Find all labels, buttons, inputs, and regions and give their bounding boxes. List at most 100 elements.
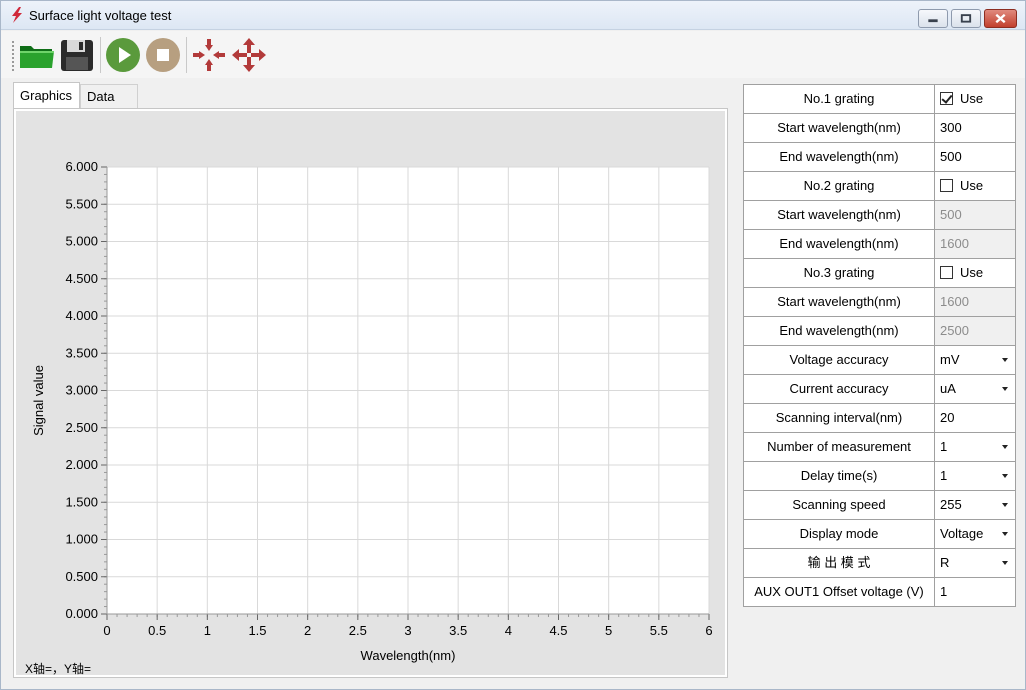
settings-row: Scanning interval(nm) 20 — [743, 403, 1016, 433]
checkbox-empty-icon[interactable] — [940, 266, 953, 279]
chevron-down-icon[interactable] — [1002, 445, 1008, 449]
y-tick-label: 0.500 — [65, 569, 98, 584]
settings-row: No.2 grating Use — [743, 171, 1016, 201]
graph-area[interactable]: 0.000 0.500 1.000 1.500 2.000 2.500 3.000 3.500… — [16, 111, 725, 676]
toolbar-separator — [100, 37, 101, 73]
settings-input[interactable]: 1 — [934, 577, 1016, 607]
settings-dropdown[interactable]: mV — [934, 345, 1016, 375]
settings-row: AUX OUT1 Offset voltage (V) 1 — [743, 577, 1016, 607]
settings-input[interactable]: 20 — [934, 403, 1016, 433]
start-button[interactable] — [105, 37, 141, 73]
chevron-down-icon[interactable] — [1002, 503, 1008, 507]
settings-dropdown[interactable]: 1 — [934, 432, 1016, 462]
settings-label: No.3 grating — [743, 258, 935, 288]
settings-row: Voltage accuracy mV — [743, 345, 1016, 375]
window-title: Surface light voltage test — [29, 8, 172, 23]
chevron-down-icon[interactable] — [1002, 561, 1008, 565]
pan-button[interactable] — [231, 37, 267, 73]
input-value: 20 — [940, 410, 955, 425]
settings-input: 500 — [934, 200, 1016, 230]
settings-row: Start wavelength(nm) 1600 — [743, 287, 1016, 317]
close-icon — [995, 13, 1006, 24]
toolbar — [0, 31, 1026, 78]
settings-label: Number of measurement — [743, 432, 935, 462]
toolbar-grip[interactable] — [12, 41, 14, 71]
settings-dropdown[interactable]: uA — [934, 374, 1016, 404]
settings-input: 1600 — [934, 229, 1016, 259]
input-value: 1600 — [940, 236, 969, 251]
checkbox-label: Use — [960, 91, 984, 106]
x-tick-label: 1.5 — [248, 623, 266, 638]
chevron-down-icon[interactable] — [1002, 358, 1008, 362]
settings-row: End wavelength(nm) 1600 — [743, 229, 1016, 259]
input-value: 500 — [940, 149, 962, 164]
maximize-button[interactable] — [951, 9, 981, 28]
close-button[interactable] — [984, 9, 1017, 28]
settings-input[interactable]: 300 — [934, 113, 1016, 143]
settings-row: Delay time(s) 1 — [743, 461, 1016, 491]
x-tick-label: 1 — [204, 623, 211, 638]
dropdown-value: 1 — [940, 439, 948, 454]
settings-row: Scanning speed 255 — [743, 490, 1016, 520]
tab-label: Data — [87, 89, 115, 104]
dropdown-value: uA — [940, 381, 956, 396]
minimize-button[interactable] — [918, 9, 948, 28]
settings-label: Start wavelength(nm) — [743, 287, 935, 317]
cursor-status: X轴=，Y轴= — [25, 662, 92, 676]
settings-row: No.1 grating Use — [743, 84, 1016, 114]
settings-row: Start wavelength(nm) 500 — [743, 200, 1016, 230]
x-tick-label: 6 — [705, 623, 712, 638]
settings-row: Current accuracy uA — [743, 374, 1016, 404]
y-tick-label: 6.000 — [65, 159, 98, 174]
x-tick-label: 2.5 — [349, 623, 367, 638]
settings-dropdown[interactable]: 255 — [934, 490, 1016, 520]
settings-label: End wavelength(nm) — [743, 229, 935, 259]
settings-row: No.3 grating Use — [743, 258, 1016, 288]
input-value: 300 — [940, 120, 962, 135]
input-value: 500 — [940, 207, 962, 222]
chevron-down-icon[interactable] — [1002, 387, 1008, 391]
settings-dropdown[interactable]: 1 — [934, 461, 1016, 491]
settings-row: Start wavelength(nm) 300 — [743, 113, 1016, 143]
x-tick-label: 4.5 — [549, 623, 567, 638]
chevron-down-icon[interactable] — [1002, 474, 1008, 478]
y-axis-title: Signal value — [31, 365, 46, 436]
tab-data[interactable]: Data — [80, 84, 138, 109]
signal-chart[interactable]: 0.0000.5001.0001.5002.0002.5003.0003.500… — [16, 111, 725, 675]
folder-open-icon — [20, 46, 54, 68]
open-button[interactable] — [19, 37, 55, 73]
app-logo-icon — [12, 7, 22, 23]
zoom-button[interactable] — [191, 37, 227, 73]
settings-input: 2500 — [934, 316, 1016, 346]
dropdown-value: mV — [940, 352, 960, 367]
use-checkbox[interactable]: Use — [934, 84, 1016, 114]
chevron-down-icon[interactable] — [1002, 532, 1008, 536]
input-value: 2500 — [940, 323, 969, 338]
settings-row: End wavelength(nm) 2500 — [743, 316, 1016, 346]
settings-row: End wavelength(nm) 500 — [743, 142, 1016, 172]
x-tick-label: 2 — [304, 623, 311, 638]
toolbar-separator — [186, 37, 187, 73]
use-checkbox[interactable]: Use — [934, 258, 1016, 288]
checkbox-empty-icon[interactable] — [940, 179, 953, 192]
use-checkbox[interactable]: Use — [934, 171, 1016, 201]
y-tick-label: 5.500 — [65, 196, 98, 211]
settings-input[interactable]: 500 — [934, 142, 1016, 172]
stop-button[interactable] — [145, 37, 181, 73]
settings-label: End wavelength(nm) — [743, 142, 935, 172]
settings-label: End wavelength(nm) — [743, 316, 935, 346]
settings-dropdown[interactable]: Voltage — [934, 519, 1016, 549]
settings-label: Start wavelength(nm) — [743, 200, 935, 230]
x-tick-label: 0.5 — [148, 623, 166, 638]
x-tick-label: 3 — [404, 623, 411, 638]
settings-dropdown[interactable]: R — [934, 548, 1016, 578]
input-value: 1600 — [940, 294, 969, 309]
dropdown-value: 255 — [940, 497, 962, 512]
settings-label: Current accuracy — [743, 374, 935, 404]
tab-graphics[interactable]: Graphics — [13, 82, 80, 109]
y-tick-label: 5.000 — [65, 234, 98, 249]
x-tick-label: 5 — [605, 623, 612, 638]
settings-label: Display mode — [743, 519, 935, 549]
checkbox-checked-icon[interactable] — [940, 92, 953, 105]
save-button[interactable] — [59, 37, 95, 73]
